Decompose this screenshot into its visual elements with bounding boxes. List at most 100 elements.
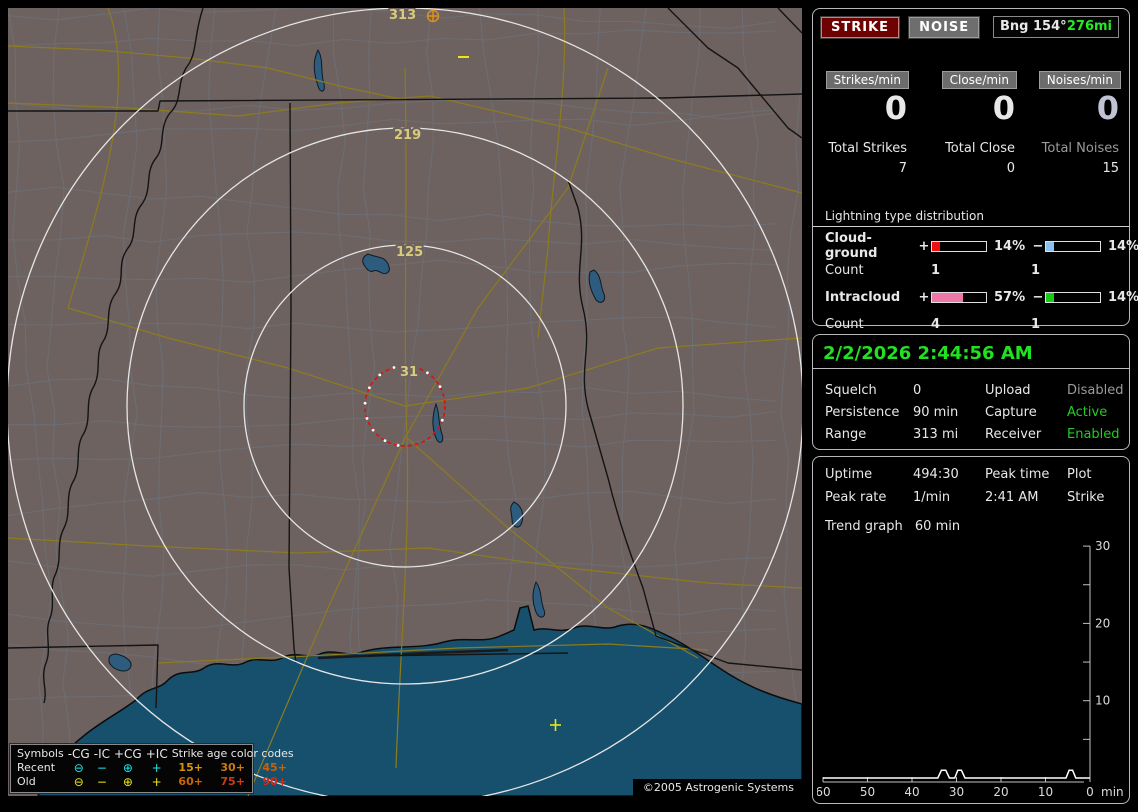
old-pos-ic-icon: + [151, 775, 162, 789]
peak-rate-label: Peak rate [825, 490, 887, 505]
receiver-status: Enabled [1067, 427, 1120, 442]
legend-row-old: Old ⊖ − ⊕ + 60+ 75+ 90+ [15, 775, 296, 789]
squelch-label: Squelch [825, 383, 877, 398]
svg-text:30: 30 [1095, 539, 1110, 553]
persistence-label: Persistence [825, 405, 900, 420]
plot-label: Plot [1067, 467, 1092, 482]
cg-positive-pct: 14% [994, 238, 1026, 254]
close-per-min-chip: Close/min [941, 71, 1017, 89]
intracloud-label: Intracloud [825, 289, 901, 305]
ic-count-label: Count [825, 316, 864, 332]
recent-neg-ic-icon: − [96, 761, 107, 775]
current-datetime: 2/2/2026 2:44:56 AM [813, 343, 1129, 369]
upload-status: Disabled [1067, 383, 1124, 398]
cg-positive-bar [931, 240, 987, 252]
bearing-readout: Bng 154° 276mi [993, 16, 1119, 38]
old-neg-ic-icon: − [96, 775, 107, 789]
legend-old-label: Old [17, 775, 36, 788]
age-15: 15+ [178, 761, 203, 774]
ic-negative-bar [1045, 291, 1101, 303]
receiver-label: Receiver [985, 427, 1042, 442]
svg-text:313: 313 [389, 8, 416, 23]
total-noises-value: 15 [1102, 161, 1119, 176]
age-30: 30+ [220, 761, 245, 774]
svg-text:50: 50 [860, 785, 875, 799]
svg-text:40: 40 [904, 785, 919, 799]
plus-sign: + [918, 289, 930, 305]
total-noises-label: Total Noises [1041, 141, 1119, 156]
svg-text:10: 10 [1095, 694, 1110, 708]
peak-time-label: Peak time [985, 467, 1050, 482]
minus-sign: − [1032, 238, 1044, 254]
legend-row-recent: Recent ⊖ − ⊕ + 15+ 30+ 45+ [15, 761, 296, 775]
lightning-map[interactable]: 313 219 125 31 Symbols -CG -IC +CG +IC S… [8, 8, 802, 796]
svg-text:20: 20 [1095, 616, 1110, 630]
uptime-label: Uptime [825, 467, 873, 482]
ic-positive-pct: 57% [994, 289, 1026, 305]
cg-negative-count: 1 [1031, 262, 1041, 278]
svg-text:min: min [1101, 785, 1124, 799]
recent-neg-cg-icon: ⊖ [73, 761, 84, 775]
age-75: 75+ [220, 775, 245, 788]
plus-sign: + [918, 238, 930, 254]
legend-col-pos-ic: +IC [145, 747, 168, 761]
ic-positive-count: 4 [931, 316, 941, 332]
svg-text:0: 0 [1086, 785, 1094, 799]
peak-time-value: 2:41 AM [985, 490, 1039, 505]
strike-stats-panel: STRIKE NOISE Bng 154° 276mi Strikes/min … [812, 8, 1138, 332]
intracloud-row: Intracloud + 57% − 14% [825, 285, 1138, 309]
ic-positive-bar [931, 291, 987, 303]
capture-status: Active [1067, 405, 1108, 420]
legend-col-neg-cg: -CG [67, 747, 90, 761]
noises-per-min-value: 0 [1096, 89, 1119, 127]
ic-negative-count: 1 [1031, 316, 1041, 332]
svg-text:219: 219 [394, 128, 421, 143]
upload-label: Upload [985, 383, 1031, 398]
old-neg-cg-icon: ⊖ [73, 775, 84, 789]
age-45: 45+ [262, 761, 287, 774]
svg-text:125: 125 [396, 245, 423, 260]
strike-mode-button[interactable]: STRIKE [819, 16, 901, 39]
ic-negative-pct: 14% [1108, 289, 1138, 305]
old-pos-cg-icon: ⊕ [122, 775, 133, 789]
svg-text:20: 20 [993, 785, 1008, 799]
minus-sign: − [1032, 289, 1044, 305]
copyright-text: ©2005 Astrogenic Systems [632, 779, 802, 796]
persistence-value: 90 min [913, 405, 959, 420]
svg-text:60: 60 [817, 785, 831, 799]
trend-graph-label: Trend graph [825, 519, 903, 534]
cg-negative-bar [1045, 240, 1101, 252]
squelch-value: 0 [913, 383, 922, 398]
strikes-per-min-value: 0 [884, 89, 907, 127]
map-canvas: 313 219 125 31 [8, 8, 802, 796]
svg-text:31: 31 [400, 365, 418, 380]
recent-pos-cg-icon: ⊕ [122, 761, 133, 775]
noises-per-min-chip: Noises/min [1038, 71, 1121, 89]
cloud-ground-row: Cloud-ground + 14% − 14% [825, 231, 1138, 261]
cloud-ground-label: Cloud-ground [825, 231, 878, 261]
uptime-value: 494:30 [913, 467, 959, 482]
recent-pos-ic-icon: + [151, 761, 162, 775]
positive-cg-strike-icon [426, 9, 440, 23]
capture-label: Capture [985, 405, 1037, 420]
svg-text:10: 10 [1038, 785, 1053, 799]
noise-mode-button[interactable]: NOISE [908, 16, 981, 39]
total-strikes-value: 7 [898, 161, 907, 176]
age-60: 60+ [178, 775, 203, 788]
legend-symbols-header: Symbols [17, 747, 64, 760]
age-90: 90+ [262, 775, 287, 788]
bearing-distance: 276mi [1066, 19, 1112, 34]
close-per-min-value: 0 [992, 89, 1015, 127]
total-close-label: Total Close [945, 141, 1015, 156]
trend-graph-window: 60 min [914, 519, 961, 534]
plot-mode-value: Strike [1067, 490, 1105, 505]
map-legend: Symbols -CG -IC +CG +IC Strike age color… [9, 743, 294, 794]
cg-positive-count: 1 [931, 262, 941, 278]
svg-text:30: 30 [949, 785, 964, 799]
cg-negative-pct: 14% [1108, 238, 1138, 254]
trend-panel: Uptime 494:30 Peak time Plot Peak rate 1… [812, 456, 1130, 804]
trend-graph: 60 50 40 30 20 10 0 min 10 20 30 [817, 539, 1124, 799]
legend-age-header: Strike age color codes [171, 747, 294, 760]
strikes-per-min-chip: Strikes/min [825, 71, 909, 89]
range-label: Range [825, 427, 867, 442]
